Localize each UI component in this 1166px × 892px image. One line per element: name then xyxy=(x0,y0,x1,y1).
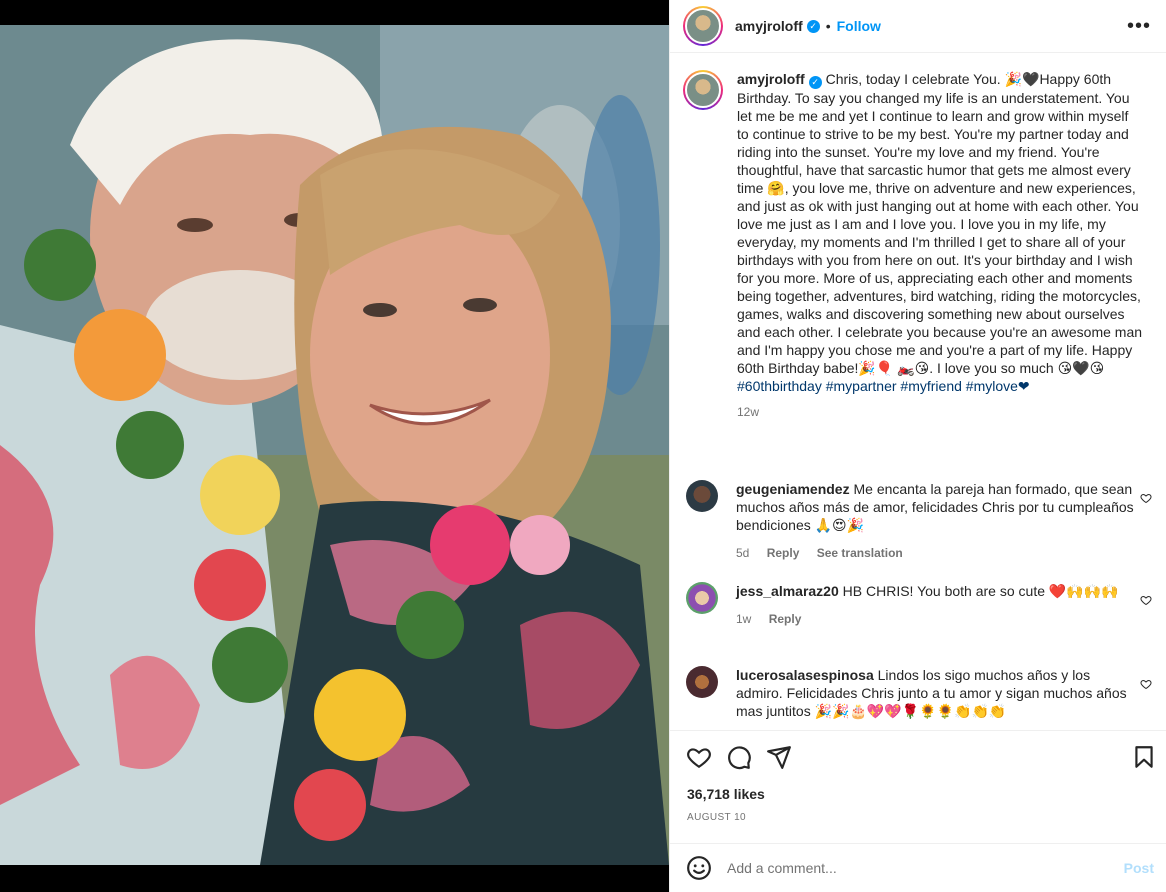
caption-age: 12w xyxy=(737,405,760,419)
verified-badge-icon: ✓ xyxy=(806,19,820,33)
save-bookmark-icon[interactable] xyxy=(1131,744,1157,770)
commenter-username[interactable]: lucerosalasespinosa xyxy=(736,667,874,683)
comment-actions: 1w Reply xyxy=(736,610,1136,628)
comment-item: lucerosalasespinosa Lindos los sigo much… xyxy=(686,666,1154,720)
commenter-username[interactable]: jess_almaraz20 xyxy=(736,583,839,599)
caption-body: amyjroloff ✓ Chris, today I celebrate You… xyxy=(737,70,1143,421)
post-actions-bar: 36,718 likes AUGUST 10 xyxy=(670,730,1166,852)
instagram-post-viewer: amyjroloff ✓ • Follow ••• amyjroloff ✓ Ch… xyxy=(0,0,1166,892)
comment-actions: 5d Reply See translation xyxy=(736,544,1136,562)
comment-item: jess_almaraz20 HB CHRIS! You both are so… xyxy=(686,582,1154,628)
caption-username[interactable]: amyjroloff xyxy=(737,71,805,87)
share-send-icon[interactable] xyxy=(766,744,792,770)
reply-button[interactable]: Reply xyxy=(769,612,802,626)
post-details-panel: amyjroloff ✓ • Follow ••• amyjroloff ✓ Ch… xyxy=(669,0,1166,892)
like-count[interactable]: 36,718 likes xyxy=(687,786,765,802)
post-caption: amyjroloff ✓ Chris, today I celebrate You… xyxy=(683,70,1153,421)
comments-scroll-area[interactable]: amyjroloff ✓ Chris, today I celebrate You… xyxy=(670,54,1166,730)
comment-text: HB CHRIS! You both are so cute ❤️🙌🙌🙌 xyxy=(838,583,1119,599)
media-panel xyxy=(0,0,669,892)
more-horizontal-icon[interactable]: ••• xyxy=(1127,15,1151,38)
comment-bubble-icon[interactable] xyxy=(726,744,752,770)
post-date: AUGUST 10 xyxy=(687,812,746,823)
comment-like-heart-icon[interactable] xyxy=(1140,678,1152,690)
comment-input[interactable] xyxy=(727,860,1107,876)
comment-like-heart-icon[interactable] xyxy=(1140,594,1152,606)
comment-body: lucerosalasespinosa Lindos los sigo much… xyxy=(736,666,1136,720)
commenter-avatar[interactable] xyxy=(686,480,718,512)
photo-illustration xyxy=(0,25,669,865)
post-comment-button[interactable]: Post xyxy=(1124,860,1154,876)
caption-avatar[interactable] xyxy=(683,70,723,110)
comment-composer: Post xyxy=(670,843,1166,892)
commenter-avatar[interactable] xyxy=(686,582,718,614)
author-username[interactable]: amyjroloff xyxy=(735,18,803,34)
comment-body: geugeniamendez Me encanta la pareja han … xyxy=(736,480,1136,562)
author-avatar[interactable] xyxy=(683,6,723,46)
comment-item: geugeniamendez Me encanta la pareja han … xyxy=(686,480,1154,562)
emoji-picker-icon[interactable] xyxy=(686,855,712,881)
author-avatar-image xyxy=(685,8,721,44)
caption-hashtags[interactable]: #60thbirthday #mypartner #myfriend #mylo… xyxy=(737,378,1030,394)
separator-dot: • xyxy=(825,18,831,34)
post-header: amyjroloff ✓ • Follow ••• xyxy=(670,0,1166,53)
comment-age: 5d xyxy=(736,546,750,560)
comment-body: jess_almaraz20 HB CHRIS! You both are so… xyxy=(736,582,1136,628)
reply-button[interactable]: Reply xyxy=(767,546,800,560)
comment-like-heart-icon[interactable] xyxy=(1140,492,1152,504)
like-heart-icon[interactable] xyxy=(686,744,712,770)
see-translation-button[interactable]: See translation xyxy=(817,546,903,560)
follow-button[interactable]: Follow xyxy=(837,18,881,34)
post-photo[interactable] xyxy=(0,25,669,865)
commenter-avatar[interactable] xyxy=(686,666,718,698)
comment-age: 1w xyxy=(736,612,752,626)
verified-badge-icon: ✓ xyxy=(808,76,822,89)
caption-text: Chris, today I celebrate You. 🎉🖤Happy 60… xyxy=(737,71,1143,376)
commenter-username[interactable]: geugeniamendez xyxy=(736,481,850,497)
caption-avatar-image xyxy=(685,72,721,108)
